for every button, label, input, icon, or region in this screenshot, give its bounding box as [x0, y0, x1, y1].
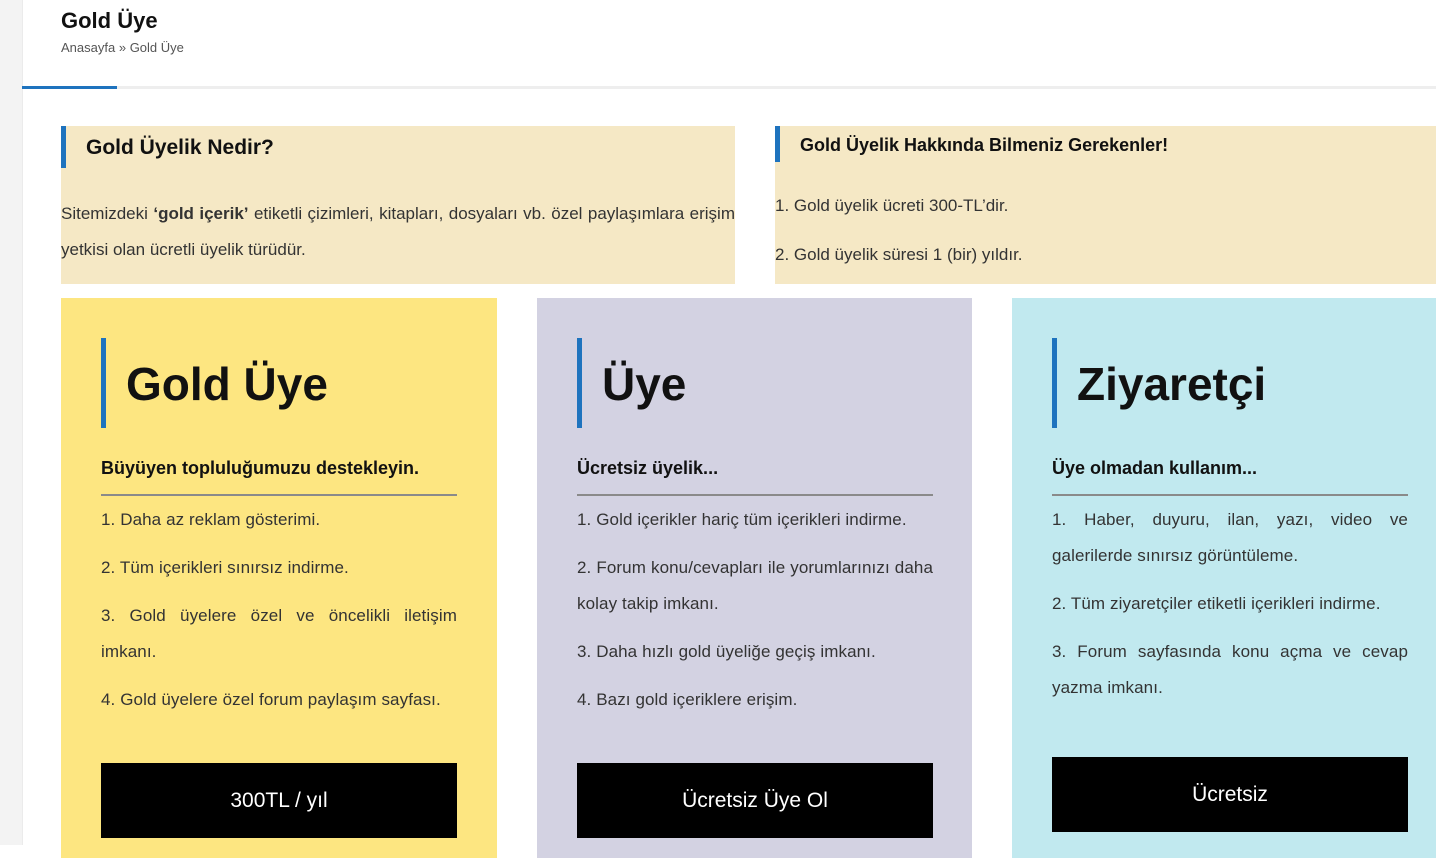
- plan-feature: 2. Tüm içerikleri sınırsız indirme.: [101, 558, 349, 577]
- plan-feature: 3. Daha hızlı gold üyeliğe geçiş imkanı.: [577, 642, 876, 661]
- plan-feature: 2. Tüm ziyaretçiler etiketli içerikleri …: [1052, 594, 1381, 613]
- left-gutter: [0, 0, 23, 845]
- plan-feature: 1. Haber, duyuru, ilan, yazı, video ve g…: [1052, 510, 1408, 565]
- info-text-bold: ‘gold içerik’: [153, 204, 249, 223]
- plan-card-gold: Gold Üye Büyüyen topluluğumuzu destekley…: [61, 298, 497, 858]
- plan-card-member: Üye Ücretsiz üyelik... 1. Gold içerikler…: [537, 298, 972, 858]
- breadcrumb: Anasayfa » Gold Üye: [61, 39, 1361, 57]
- info-heading: Gold Üyelik Hakkında Bilmeniz Gerekenler…: [775, 126, 1168, 162]
- gold-subscribe-button[interactable]: 300TL / yıl: [101, 763, 457, 838]
- plan-feature: 1. Daha az reklam gösterimi.: [101, 510, 321, 529]
- header-divider: [22, 86, 1436, 89]
- plan-feature: 3. Gold üyelere özel ve öncelikli iletiş…: [101, 606, 457, 661]
- info-text-start: Sitemizdeki: [61, 204, 154, 223]
- plan-subtitle: Ücretsiz üyelik...: [577, 456, 933, 496]
- info-list-item: 2. Gold üyelik süresi 1 (bir) yıldır.: [775, 245, 1023, 264]
- header-divider-accent: [22, 86, 117, 89]
- page-title: Gold Üye: [61, 8, 158, 33]
- plan-title: Gold Üye: [101, 338, 457, 428]
- info-text: Sitemizdeki ‘gold içerik’ etiketli çizim…: [61, 196, 735, 268]
- plan-feature: 1. Gold içerikler hariç tüm içerikleri i…: [577, 510, 907, 529]
- visitor-free-button[interactable]: Ücretsiz: [1052, 757, 1408, 832]
- plan-feature: 4. Bazı gold içeriklere erişim.: [577, 690, 798, 709]
- info-box-what-is-gold: Gold Üyelik Nedir? Sitemizdeki ‘gold içe…: [61, 126, 735, 284]
- info-list: 1. Gold üyelik ücreti 300-TL’dir. 2. Gol…: [775, 188, 1023, 286]
- breadcrumb-current: Gold Üye: [129, 40, 184, 55]
- breadcrumb-home-link[interactable]: Anasayfa: [61, 40, 115, 55]
- plan-features: 1. Daha az reklam gösterimi. 2. Tüm içer…: [101, 502, 457, 718]
- plan-subtitle: Büyüyen topluluğumuzu destekleyin.: [101, 456, 457, 496]
- breadcrumb-separator: »: [118, 40, 127, 55]
- plan-feature: 4. Gold üyelere özel forum paylaşım sayf…: [101, 690, 441, 709]
- page-header: Gold Üye Anasayfa » Gold Üye: [61, 6, 1361, 66]
- plan-title: Üye: [577, 338, 933, 428]
- plan-feature: 2. Forum konu/cevapları ile yorumlarınız…: [577, 558, 933, 613]
- info-box-need-to-know: Gold Üyelik Hakkında Bilmeniz Gerekenler…: [775, 126, 1436, 284]
- plan-card-visitor: Ziyaretçi Üye olmadan kullanım... 1. Hab…: [1012, 298, 1436, 858]
- plan-subtitle: Üye olmadan kullanım...: [1052, 456, 1408, 496]
- plan-title: Ziyaretçi: [1052, 338, 1408, 428]
- info-heading: Gold Üyelik Nedir?: [61, 126, 274, 168]
- plan-content: Ziyaretçi Üye olmadan kullanım... 1. Hab…: [1052, 338, 1408, 718]
- info-list-item: 1. Gold üyelik ücreti 300-TL’dir.: [775, 196, 1009, 215]
- plan-content: Üye Ücretsiz üyelik... 1. Gold içerikler…: [577, 338, 933, 730]
- plan-content: Gold Üye Büyüyen topluluğumuzu destekley…: [101, 338, 457, 730]
- plan-features: 1. Gold içerikler hariç tüm içerikleri i…: [577, 502, 933, 718]
- plan-feature: 3. Forum sayfasında konu açma ve cevap y…: [1052, 642, 1408, 697]
- plan-features: 1. Haber, duyuru, ilan, yazı, video ve g…: [1052, 502, 1408, 706]
- free-signup-button[interactable]: Ücretsiz Üye Ol: [577, 763, 933, 838]
